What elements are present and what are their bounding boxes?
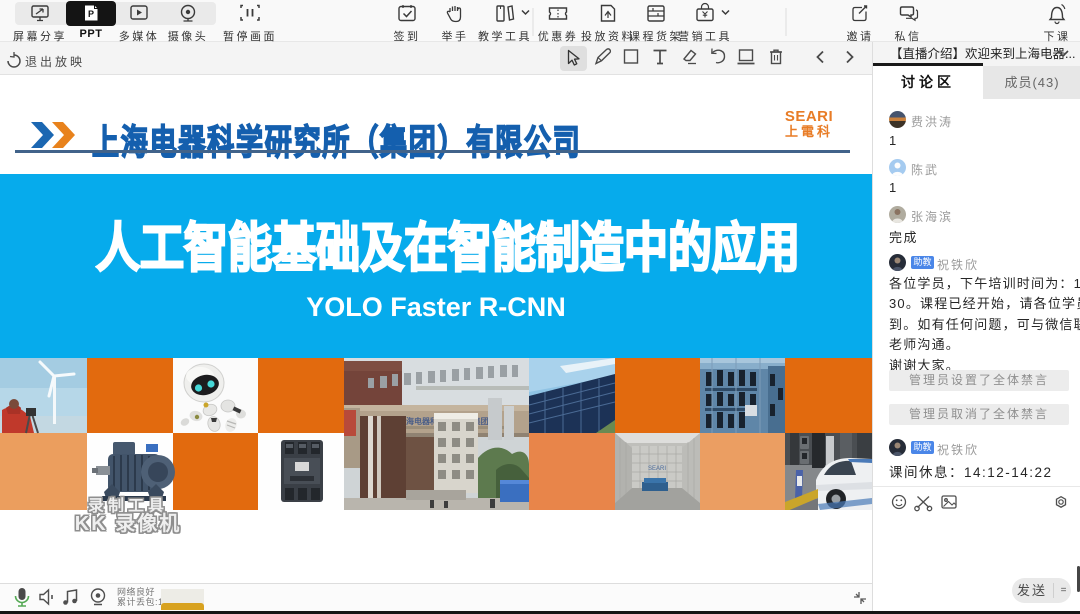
svg-text:P: P [88, 9, 94, 19]
svg-text:SEARI: SEARI [648, 466, 666, 472]
